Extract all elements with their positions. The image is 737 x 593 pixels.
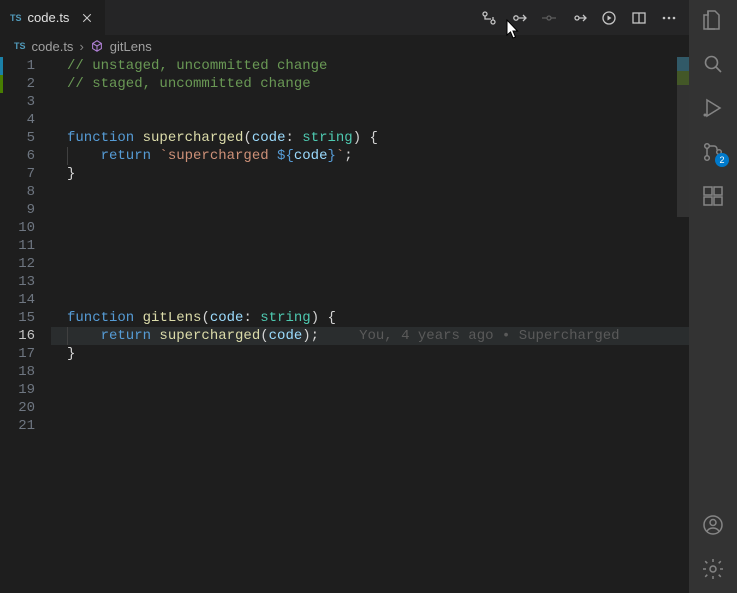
- line-number: 14: [3, 291, 35, 309]
- line-number: 21: [3, 417, 35, 435]
- code-line[interactable]: [51, 219, 689, 237]
- breadcrumb-file[interactable]: code.ts: [32, 39, 74, 54]
- compare-changes-icon[interactable]: [481, 10, 497, 26]
- text-editor[interactable]: 123456789101112131415161718192021 // uns…: [0, 57, 689, 593]
- gitlens-badge: 2: [715, 153, 729, 167]
- line-number: 9: [3, 201, 35, 219]
- line-number: 13: [3, 273, 35, 291]
- editor-pane: TS code.ts: [0, 0, 689, 593]
- chevron-right-icon: ›: [79, 39, 83, 54]
- code-line[interactable]: [51, 417, 689, 435]
- next-commit-icon[interactable]: [571, 10, 587, 26]
- line-number: 16: [3, 327, 35, 345]
- tab-code-ts[interactable]: TS code.ts: [0, 0, 106, 35]
- code-content[interactable]: // unstaged, uncommitted change// staged…: [51, 57, 689, 593]
- code-line[interactable]: [51, 93, 689, 111]
- breadcrumb[interactable]: TS code.ts › gitLens: [0, 35, 689, 57]
- line-number: 8: [3, 183, 35, 201]
- typescript-icon: TS: [10, 13, 22, 23]
- search-icon[interactable]: [701, 52, 725, 76]
- code-line[interactable]: [51, 273, 689, 291]
- line-number: 18: [3, 363, 35, 381]
- line-number: 20: [3, 399, 35, 417]
- code-line[interactable]: return supercharged(code);You, 4 years a…: [51, 327, 689, 345]
- code-line[interactable]: [51, 111, 689, 129]
- code-line[interactable]: [51, 291, 689, 309]
- typescript-icon: TS: [14, 41, 26, 51]
- line-number: 15: [3, 309, 35, 327]
- close-icon[interactable]: [79, 10, 95, 26]
- gitlens-blame-annotation[interactable]: You, 4 years ago • Supercharged: [359, 327, 619, 345]
- breadcrumb-symbol[interactable]: gitLens: [110, 39, 152, 54]
- account-icon[interactable]: [701, 513, 725, 537]
- line-number-gutter: 123456789101112131415161718192021: [3, 57, 51, 593]
- settings-gear-icon[interactable]: [701, 557, 725, 581]
- code-line[interactable]: [51, 183, 689, 201]
- split-editor-icon[interactable]: [631, 10, 647, 26]
- code-line[interactable]: [51, 381, 689, 399]
- overview-ruler[interactable]: [677, 57, 689, 593]
- line-number: 4: [3, 111, 35, 129]
- line-number: 5: [3, 129, 35, 147]
- code-line[interactable]: return `supercharged ${code}`;: [51, 147, 689, 165]
- code-line[interactable]: // staged, uncommitted change: [51, 75, 689, 93]
- prev-commit-icon[interactable]: [541, 10, 557, 26]
- code-line[interactable]: }: [51, 165, 689, 183]
- run-debug-icon[interactable]: [701, 96, 725, 120]
- line-number: 11: [3, 237, 35, 255]
- code-line[interactable]: // unstaged, uncommitted change: [51, 57, 689, 75]
- code-line[interactable]: [51, 237, 689, 255]
- code-line[interactable]: function gitLens(code: string) {: [51, 309, 689, 327]
- line-number: 17: [3, 345, 35, 363]
- code-line[interactable]: [51, 255, 689, 273]
- line-number: 12: [3, 255, 35, 273]
- gitlens-icon[interactable]: 2: [701, 140, 725, 164]
- code-line[interactable]: function supercharged(code: string) {: [51, 129, 689, 147]
- code-line[interactable]: [51, 363, 689, 381]
- line-number: 7: [3, 165, 35, 183]
- code-line[interactable]: [51, 399, 689, 417]
- line-number: 1: [3, 57, 35, 75]
- toggle-file-changes-icon[interactable]: [511, 10, 527, 26]
- more-icon[interactable]: [661, 10, 677, 26]
- tab-bar: TS code.ts: [0, 0, 689, 35]
- line-number: 2: [3, 75, 35, 93]
- symbol-icon: [90, 39, 104, 53]
- editor-toolbar: [481, 0, 689, 35]
- run-icon[interactable]: [601, 10, 617, 26]
- line-number: 6: [3, 147, 35, 165]
- extensions-icon[interactable]: [701, 184, 725, 208]
- line-number: 19: [3, 381, 35, 399]
- activity-bar: 2: [689, 0, 737, 593]
- code-line[interactable]: }: [51, 345, 689, 363]
- tab-filename: code.ts: [28, 10, 70, 25]
- explorer-icon[interactable]: [701, 8, 725, 32]
- code-line[interactable]: [51, 201, 689, 219]
- line-number: 3: [3, 93, 35, 111]
- line-number: 10: [3, 219, 35, 237]
